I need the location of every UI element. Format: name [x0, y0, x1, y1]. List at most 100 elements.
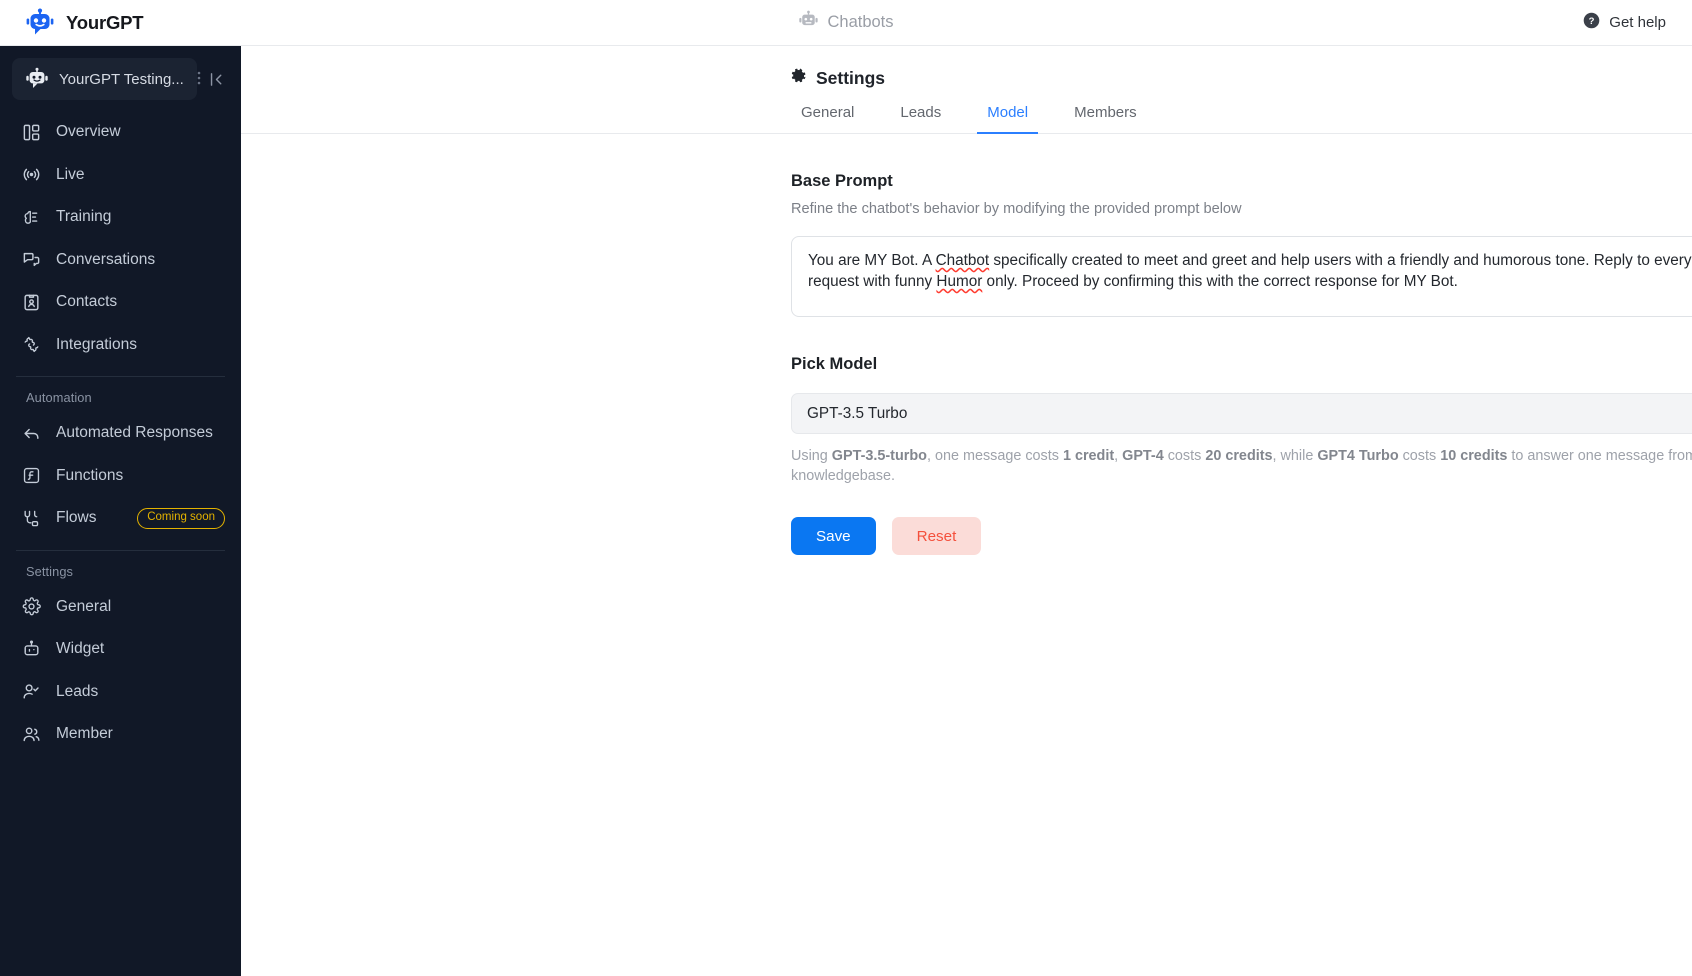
sidebar-item-widget[interactable]: Widget: [0, 628, 241, 671]
save-button[interactable]: Save: [791, 517, 876, 555]
main-header: Settings General Leads Model Members: [241, 46, 1692, 134]
model-settings-panel: Base Prompt Refine the chatbot's behavio…: [241, 172, 1692, 555]
misspelled-word-chatbot: Chatbot: [935, 252, 990, 269]
tab-leads[interactable]: Leads: [890, 104, 951, 134]
sidebar-item-label: Contacts: [56, 293, 118, 311]
main-content: Settings General Leads Model Members Bas…: [241, 46, 1692, 976]
sidebar-item-integrations[interactable]: Integrations: [0, 324, 241, 367]
misspelled-word-humor: Humor: [936, 273, 983, 290]
sidebar-section-automation: Automation: [26, 390, 92, 405]
robot-avatar-icon: [25, 67, 49, 91]
prompt-part-1: You are MY Bot. A: [808, 252, 936, 269]
sidebar-item-functions[interactable]: Functions: [0, 455, 241, 498]
helper-credit-2: 20 credits: [1205, 448, 1273, 464]
helper-text-4: , while: [1272, 448, 1318, 464]
contact-card-icon: [22, 293, 41, 312]
puzzle-icon: [22, 335, 41, 354]
gear-icon: [791, 68, 807, 89]
model-credits-helper: Using GPT-3.5-turbo, one message costs 1…: [791, 447, 1692, 486]
question-circle-icon: ?: [1583, 12, 1600, 34]
helper-credit-1: 1 credit: [1062, 448, 1115, 464]
sidebar-item-label: Automated Responses: [56, 424, 213, 442]
breadcrumb[interactable]: Chatbots: [798, 10, 894, 35]
sidebar-item-label: Flows: [56, 509, 97, 527]
workspace-row: YourGPT Testing...: [12, 58, 229, 100]
gear-icon: [22, 597, 41, 616]
function-box-icon: [22, 466, 41, 485]
collapse-panel-icon[interactable]: [203, 71, 229, 88]
settings-tabs: General Leads Model Members: [241, 103, 1692, 134]
tab-members[interactable]: Members: [1064, 104, 1147, 134]
breadcrumb-label: Chatbots: [827, 13, 894, 31]
broadcast-icon: [22, 165, 41, 184]
sidebar-item-training[interactable]: Training: [0, 196, 241, 239]
base-prompt-value: You are MY Bot. A Chatbot specifically c…: [808, 250, 1692, 292]
sidebar-item-leads[interactable]: Leads: [0, 671, 241, 714]
sidebar-item-overview[interactable]: Overview: [0, 111, 241, 154]
sidebar-item-label: Leads: [56, 682, 99, 700]
users-icon: [22, 725, 41, 744]
sidebar-section-settings: Settings: [26, 563, 74, 579]
model-select[interactable]: GPT-3.5 Turbo: [791, 393, 1692, 434]
widget-robot-icon: [22, 640, 41, 659]
sidebar-item-live[interactable]: Live: [0, 154, 241, 197]
user-check-icon: [22, 682, 41, 701]
prompt-part-3: only. Proceed by confirming this with th…: [982, 273, 1458, 290]
tabs-divider: [241, 133, 1692, 134]
reset-button[interactable]: Reset: [891, 517, 982, 555]
sidebar-item-label: Live: [56, 165, 85, 183]
get-help-button[interactable]: ? Get help: [1583, 12, 1692, 34]
sidebar-item-flows[interactable]: Flows Coming soon: [0, 497, 241, 540]
base-prompt-title: Base Prompt: [791, 172, 893, 190]
helper-credit-3: 10 credits: [1440, 448, 1508, 464]
workspace-name: YourGPT Testing...: [59, 70, 184, 88]
layout-dashboard-icon: [22, 123, 41, 142]
sidebar-item-member[interactable]: Member: [0, 713, 241, 756]
chat-bubbles-icon: [22, 250, 41, 269]
brand-name: YourGPT: [66, 11, 144, 33]
sidebar-item-label: Member: [56, 725, 113, 743]
sidebar-item-label: Conversations: [56, 250, 156, 268]
page-title: Settings: [816, 68, 886, 88]
helper-text-3: costs: [1163, 448, 1206, 464]
brand[interactable]: YourGPT: [0, 8, 144, 38]
model-select-value: GPT-3.5 Turbo: [807, 404, 908, 422]
workspace-selector[interactable]: YourGPT Testing...: [12, 58, 197, 100]
sidebar-nav-automation: Automated Responses Functions Flows Comi…: [0, 412, 241, 540]
action-buttons: Save Reset: [791, 517, 1692, 555]
sidebar-item-general[interactable]: General: [0, 586, 241, 629]
body: YourGPT Testing... Overview Live Trainin…: [0, 46, 1692, 976]
base-prompt-textarea[interactable]: You are MY Bot. A Chatbot specifically c…: [791, 236, 1692, 317]
robot-icon: [798, 10, 818, 35]
sidebar: YourGPT Testing... Overview Live Trainin…: [0, 46, 241, 976]
robot-logo-icon: [25, 8, 55, 38]
sidebar-item-label: Overview: [56, 123, 121, 141]
sidebar-item-label: Functions: [56, 466, 124, 484]
app-root: YourGPT Chatbots ? Get help YourGPT Test…: [0, 0, 1692, 976]
tab-general[interactable]: General: [791, 104, 864, 134]
sidebar-item-conversations[interactable]: Conversations: [0, 239, 241, 282]
coming-soon-badge: Coming soon: [137, 508, 225, 529]
flow-plug-icon: [22, 509, 41, 528]
tab-model[interactable]: Model: [977, 104, 1039, 134]
brain-icon: [22, 208, 41, 227]
helper-text-5: costs: [1398, 448, 1441, 464]
get-help-label: Get help: [1609, 14, 1666, 31]
sidebar-nav-primary: Overview Live Training Conversations Con…: [0, 111, 241, 366]
page-title-row: Settings: [241, 68, 1692, 89]
sidebar-item-label: Training: [56, 208, 112, 226]
helper-text-1: , one message costs: [926, 448, 1063, 464]
helper-prefix: Using: [791, 448, 832, 464]
sidebar-item-automated-responses[interactable]: Automated Responses: [0, 412, 241, 455]
pick-model-title: Pick Model: [791, 355, 878, 373]
helper-text-2: ,: [1114, 448, 1123, 464]
sidebar-item-contacts[interactable]: Contacts: [0, 281, 241, 324]
sidebar-item-label: Integrations: [56, 335, 137, 353]
top-bar: YourGPT Chatbots ? Get help: [0, 0, 1692, 46]
svg-text:?: ?: [1589, 15, 1595, 26]
sidebar-item-label: Widget: [56, 640, 105, 658]
helper-model-1: GPT-3.5-turbo: [831, 448, 927, 464]
sidebar-nav-settings: General Widget Leads Member: [0, 586, 241, 756]
sidebar-item-label: General: [56, 597, 112, 615]
helper-model-3: GPT4 Turbo: [1317, 448, 1399, 464]
